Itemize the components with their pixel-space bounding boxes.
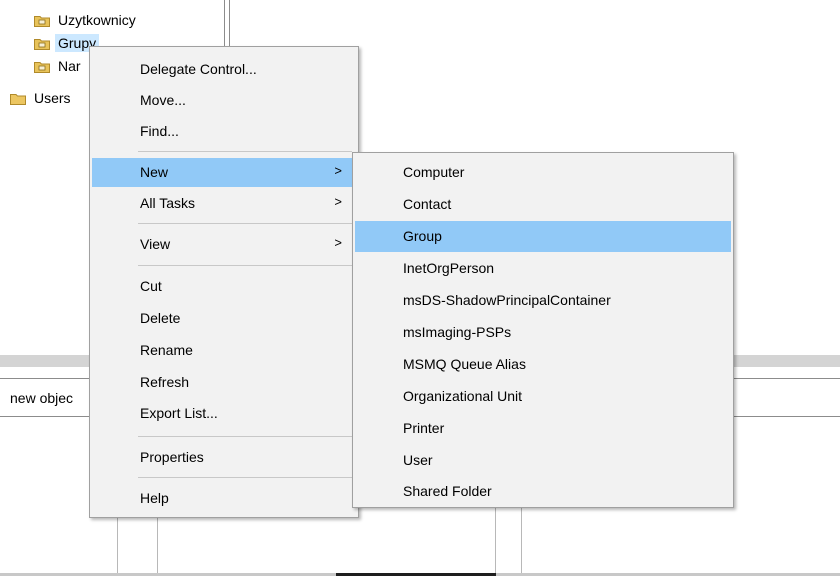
- ou-folder-icon: [34, 38, 50, 50]
- ou-folder-icon: [34, 15, 50, 27]
- menu-item-label: View: [140, 236, 171, 252]
- menu-item-find[interactable]: Find...: [92, 117, 356, 146]
- tree-item-nar[interactable]: Nar: [34, 56, 84, 76]
- submenu-item-organizational-unit[interactable]: Organizational Unit: [355, 381, 731, 412]
- menu-item-rename[interactable]: Rename: [92, 336, 356, 365]
- submenu-item-printer[interactable]: Printer: [355, 413, 731, 444]
- menu-item-label: Delete: [140, 310, 181, 326]
- column-divider: [157, 516, 158, 576]
- menu-separator: [138, 477, 352, 478]
- context-menu: Delegate Control... Move... Find... New …: [89, 46, 359, 518]
- tree-item-uzytkownicy[interactable]: Uzytkownicy: [34, 10, 139, 30]
- pane-divider: [224, 0, 225, 48]
- menu-item-label: Rename: [140, 342, 193, 358]
- tree-item-users[interactable]: Users: [10, 88, 74, 108]
- menu-item-label: Printer: [403, 420, 445, 436]
- menu-item-label: Cut: [140, 278, 162, 294]
- menu-item-properties[interactable]: Properties: [92, 443, 356, 472]
- chevron-right-icon: >: [334, 235, 342, 250]
- menu-item-label: Find...: [140, 123, 179, 139]
- new-submenu: Computer Contact Group InetOrgPerson msD…: [352, 152, 734, 508]
- menu-separator: [138, 223, 352, 224]
- menu-item-label: New: [140, 164, 169, 180]
- ou-folder-icon: [34, 61, 50, 73]
- menu-item-export-list[interactable]: Export List...: [92, 399, 356, 428]
- submenu-item-contact[interactable]: Contact: [355, 189, 731, 220]
- menu-separator: [138, 265, 352, 266]
- menu-item-label: msImaging-PSPs: [403, 324, 512, 340]
- submenu-item-computer[interactable]: Computer: [355, 157, 731, 188]
- menu-item-delete[interactable]: Delete: [92, 304, 356, 333]
- status-text: new objec: [10, 390, 74, 406]
- menu-item-cut[interactable]: Cut: [92, 272, 356, 301]
- column-divider: [521, 506, 522, 576]
- menu-item-all-tasks[interactable]: All Tasks >: [92, 189, 356, 218]
- menu-item-label: Group: [403, 228, 442, 244]
- menu-item-label: Contact: [403, 196, 452, 212]
- pane-divider: [229, 0, 230, 48]
- menu-item-delegate-control[interactable]: Delegate Control...: [92, 55, 356, 84]
- menu-item-label: Export List...: [140, 405, 218, 421]
- submenu-item-shared-folder[interactable]: Shared Folder: [355, 476, 731, 507]
- submenu-item-shadow-principal-container[interactable]: msDS-ShadowPrincipalContainer: [355, 285, 731, 316]
- submenu-item-msimaging-psps[interactable]: msImaging-PSPs: [355, 317, 731, 348]
- chevron-right-icon: >: [334, 194, 342, 209]
- menu-item-move[interactable]: Move...: [92, 86, 356, 115]
- menu-item-label: Delegate Control...: [140, 61, 257, 77]
- tree-item-label: Users: [34, 90, 71, 106]
- submenu-item-group[interactable]: Group: [355, 221, 731, 252]
- folder-icon: [10, 93, 26, 105]
- menu-item-label: Organizational Unit: [403, 388, 523, 404]
- menu-item-label: Help: [140, 490, 169, 506]
- tree-item-label: Nar: [58, 58, 81, 74]
- menu-item-label: InetOrgPerson: [403, 260, 495, 276]
- menu-item-label: Move...: [140, 92, 186, 108]
- menu-separator: [138, 151, 352, 152]
- submenu-item-inetorgperson[interactable]: InetOrgPerson: [355, 253, 731, 284]
- column-divider: [117, 516, 118, 576]
- menu-item-label: MSMQ Queue Alias: [403, 356, 526, 372]
- submenu-item-user[interactable]: User: [355, 445, 731, 476]
- column-divider: [495, 506, 496, 576]
- menu-item-label: Shared Folder: [403, 483, 492, 499]
- menu-item-label: Computer: [403, 164, 465, 180]
- menu-item-label: User: [403, 452, 433, 468]
- menu-item-view[interactable]: View >: [92, 230, 356, 259]
- menu-item-help[interactable]: Help: [92, 484, 356, 513]
- menu-item-label: All Tasks: [140, 195, 195, 211]
- menu-item-label: msDS-ShadowPrincipalContainer: [403, 292, 611, 308]
- submenu-item-msmq-queue-alias[interactable]: MSMQ Queue Alias: [355, 349, 731, 380]
- menu-item-new[interactable]: New >: [92, 158, 356, 187]
- menu-item-refresh[interactable]: Refresh: [92, 368, 356, 397]
- menu-separator: [138, 436, 352, 437]
- tree-item-label: Uzytkownicy: [58, 12, 136, 28]
- menu-item-label: Refresh: [140, 374, 190, 390]
- chevron-right-icon: >: [334, 163, 342, 178]
- menu-item-label: Properties: [140, 449, 204, 465]
